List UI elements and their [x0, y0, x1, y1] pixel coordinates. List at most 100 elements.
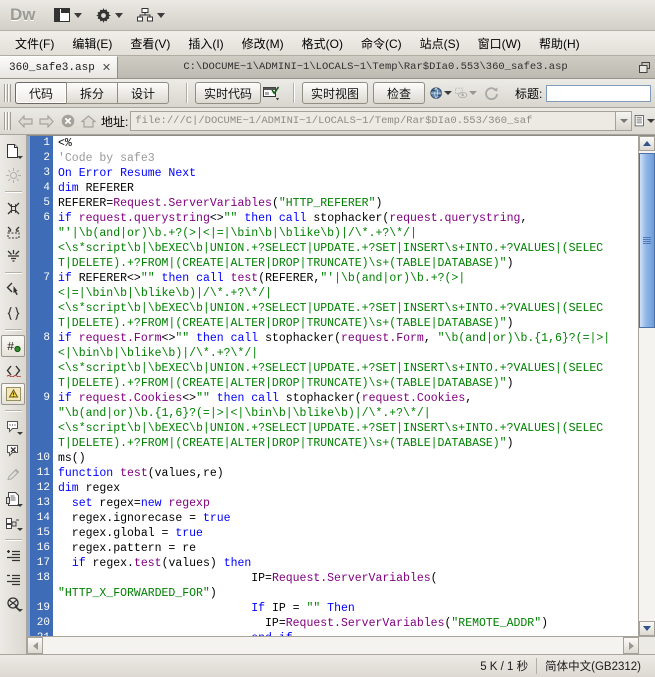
view-code-button[interactable]: 代码: [15, 82, 66, 104]
forward-arrow-icon[interactable]: [36, 111, 57, 131]
extend-settings-dropdown[interactable]: [95, 7, 123, 23]
collapse-outside-selection-icon[interactable]: [1, 197, 25, 219]
horizontal-scrollbar[interactable]: [27, 636, 655, 654]
live-view-options-icon[interactable]: [261, 83, 283, 103]
menu-site[interactable]: 站点(S): [411, 32, 469, 55]
code-line: function test(values,re): [58, 467, 224, 480]
scroll-up-button[interactable]: [639, 136, 655, 151]
back-arrow-icon[interactable]: [15, 111, 36, 131]
toolbar-separator-2: [293, 83, 296, 103]
vertical-scroll-thumb[interactable]: [639, 153, 655, 328]
title-input[interactable]: [546, 84, 651, 102]
syntax-error-alerts-icon[interactable]: [1, 383, 25, 405]
chevron-down-icon: [17, 504, 23, 507]
apply-comment-icon[interactable]: [1, 416, 25, 438]
code-text[interactable]: <% 'Code by safe3 On Error Resume Next dim …: [53, 136, 638, 636]
vertical-scroll-track[interactable]: [639, 151, 655, 621]
document-tab-360-safe3[interactable]: 360_safe3.asp ✕: [0, 56, 119, 78]
menu-insert[interactable]: 插入(I): [179, 32, 232, 55]
line-number: 12: [36, 482, 50, 494]
line-number: .: [27, 346, 50, 361]
browser-address-bar: 地址: file:///C|/DOCUME~1/ADMINI~1/LOCALS~…: [0, 108, 655, 135]
home-icon[interactable]: [78, 111, 99, 131]
line-number: .: [27, 436, 50, 451]
editor-region: # 1 2 3 4 5 6 7 8 9 10 11 12 13 14 15 16…: [0, 135, 655, 654]
address-dropdown-button[interactable]: [615, 112, 631, 130]
format-source-code-icon[interactable]: [1, 593, 25, 615]
recent-snippets-icon[interactable]: [1, 488, 25, 510]
menu-modify[interactable]: 修改(M): [233, 32, 293, 55]
scrollbar-corner: [639, 637, 655, 654]
highlight-invalid-code-icon[interactable]: [1, 359, 25, 381]
stop-icon[interactable]: [57, 111, 78, 131]
scroll-down-button[interactable]: [639, 621, 655, 636]
vertical-scrollbar[interactable]: [638, 135, 655, 636]
code-line: dim REFERER: [58, 182, 134, 195]
outdent-code-icon[interactable]: [1, 569, 25, 591]
view-split-button[interactable]: 拆分: [66, 82, 117, 104]
scroll-right-button[interactable]: [623, 637, 639, 654]
collapse-selection-icon[interactable]: [1, 221, 25, 243]
menu-help[interactable]: 帮助(H): [530, 32, 589, 55]
line-number: 14: [36, 512, 50, 524]
inspect-button[interactable]: 检查: [373, 82, 426, 104]
line-number: 13: [36, 497, 50, 509]
visual-aids-icon[interactable]: [455, 83, 478, 103]
chevron-down-icon: [444, 91, 453, 95]
preview-in-browser-icon[interactable]: [430, 83, 453, 103]
chevron-down-icon: [643, 626, 651, 631]
indent-code-icon[interactable]: [1, 545, 25, 567]
code-line: T|DELETE).+?FROM|(CREATE|ALTER|DROP|TRUN…: [58, 317, 514, 330]
live-view-button[interactable]: 实时视图: [302, 82, 369, 104]
expand-all-icon[interactable]: [1, 245, 25, 267]
refresh-icon[interactable]: [480, 83, 502, 103]
scroll-left-button[interactable]: [27, 637, 43, 654]
move-css-rules-icon[interactable]: [1, 512, 25, 534]
menu-file[interactable]: 文件(F): [6, 32, 63, 55]
site-manager-dropdown[interactable]: [136, 8, 165, 22]
toolbar-gripper[interactable]: [4, 84, 11, 102]
wrap-tag-icon[interactable]: [1, 464, 25, 486]
menu-commands[interactable]: 命令(C): [352, 32, 411, 55]
menu-window[interactable]: 窗口(W): [469, 32, 530, 55]
layout-switcher-dropdown[interactable]: [53, 8, 82, 22]
code-line: <|\bin\b|\blike\b)|/\*.+?\*/|: [58, 347, 259, 360]
horizontal-scroll-track[interactable]: [43, 637, 623, 654]
file-management-icon[interactable]: [634, 111, 655, 131]
select-parent-tag-icon[interactable]: [1, 278, 25, 300]
dreamweaver-window: Dw 文件(F) 编辑(E) 查看(V) 插入(I) 修改(M) 格式(O) 命…: [0, 0, 655, 677]
close-icon[interactable]: ✕: [102, 61, 111, 74]
toolbar-divider-5: [4, 539, 22, 541]
live-code-button[interactable]: 实时代码: [195, 82, 262, 104]
open-documents-icon[interactable]: [1, 140, 25, 162]
document-path: C:\DOCUME~1\ADMINI~1\LOCALS~1\Temp\Rar$D…: [183, 61, 568, 73]
remove-comment-icon[interactable]: [1, 440, 25, 462]
toolbar-divider-3: [4, 329, 22, 331]
chevron-down-icon: [619, 119, 628, 123]
coding-toolbar: #: [0, 135, 27, 654]
line-number: .: [27, 241, 50, 256]
status-encoding[interactable]: 简体中文(GB2312): [536, 658, 649, 674]
menu-view[interactable]: 查看(V): [121, 32, 179, 55]
code-line: T|DELETE).+?FROM|(CREATE|ALTER|DROP|TRUN…: [58, 437, 514, 450]
menu-edit[interactable]: 编辑(E): [63, 32, 121, 55]
application-bar: Dw: [0, 0, 655, 31]
chevron-right-icon: [628, 641, 634, 650]
line-numbers-icon[interactable]: #: [1, 335, 25, 357]
address-bar-gripper[interactable]: [4, 112, 11, 130]
menu-format[interactable]: 格式(O): [293, 32, 352, 55]
code-line: T|DELETE).+?FROM|(CREATE|ALTER|DROP|TRUN…: [58, 377, 514, 390]
collapse-full-tag-icon[interactable]: [1, 164, 25, 186]
chevron-left-icon: [32, 641, 38, 650]
document-tab-bar: 360_safe3.asp ✕ C:\DOCUME~1\ADMINI~1\LOC…: [0, 56, 655, 79]
view-design-button[interactable]: 设计: [117, 82, 169, 104]
address-input[interactable]: file:///C|/DOCUME~1/ADMINI~1/LOCALS~1/Te…: [130, 111, 632, 131]
code-view: 123456...7...8...9...101112131415161718.…: [27, 135, 655, 654]
line-number-gutter: 123456...7...8...9...101112131415161718.…: [27, 136, 53, 636]
balance-braces-icon[interactable]: [1, 302, 25, 324]
line-number: 7: [43, 272, 50, 284]
code-editor[interactable]: 123456...7...8...9...101112131415161718.…: [27, 135, 638, 636]
restore-window-icon[interactable]: [633, 56, 655, 78]
code-line: set regex=new regexp: [71, 497, 210, 510]
dreamweaver-logo: Dw: [10, 5, 36, 24]
